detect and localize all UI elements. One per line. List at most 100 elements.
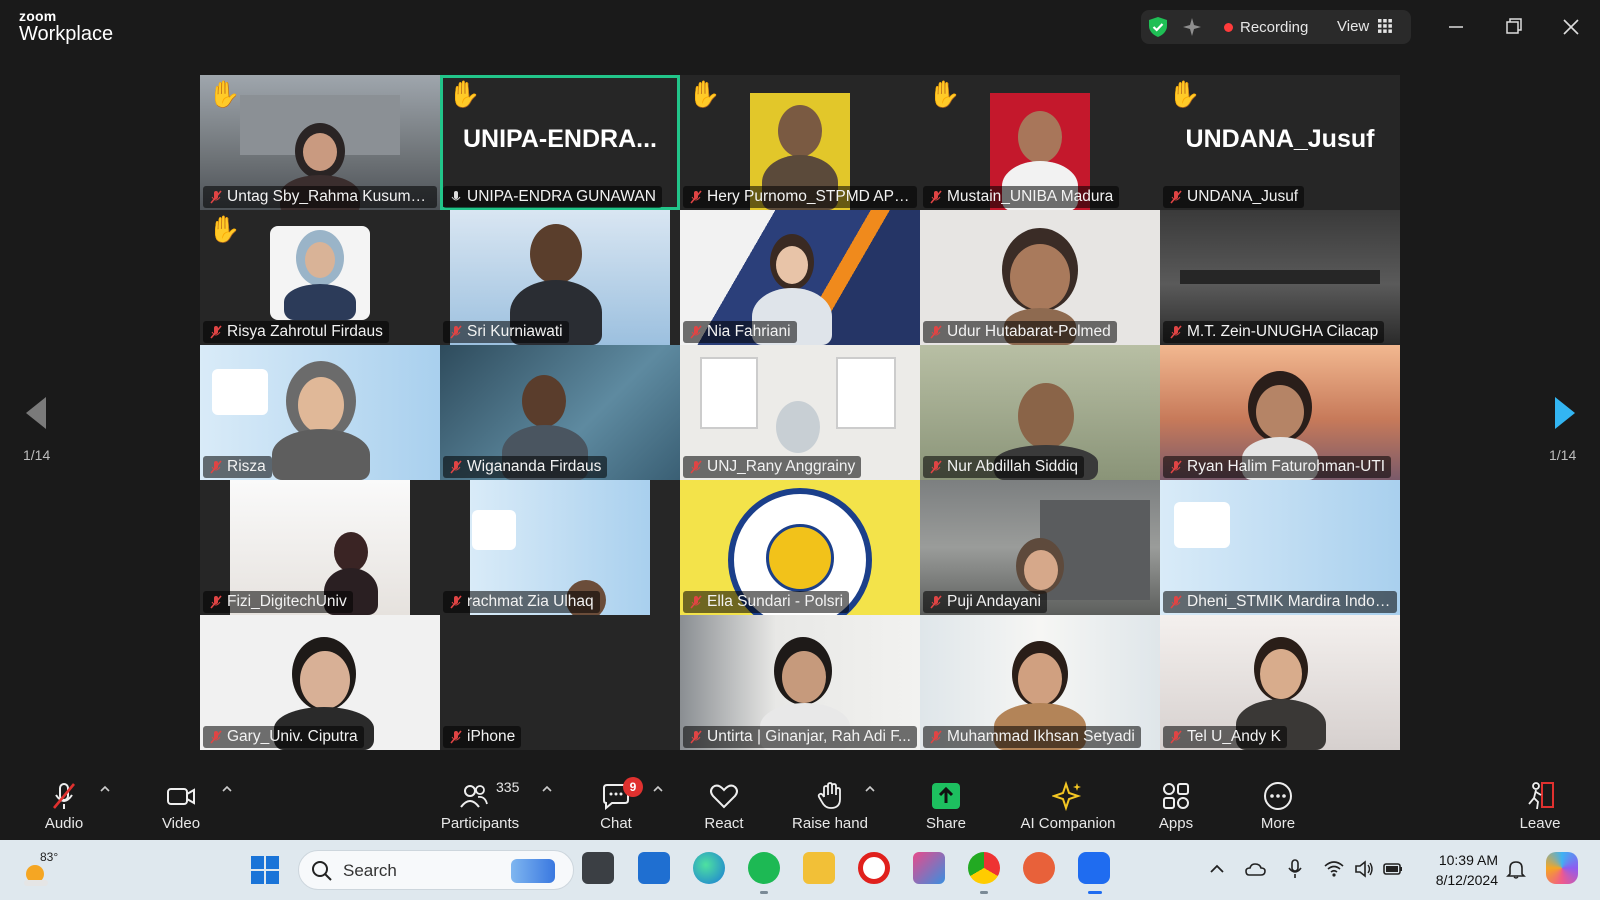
participant-display-name: UNIPA-ENDRA... (463, 125, 657, 153)
wifi-icon[interactable] (1323, 858, 1345, 880)
react-button[interactable]: React (688, 768, 760, 840)
video-tile[interactable]: Wigananda Firdaus (440, 345, 680, 480)
muted-mic-icon (210, 325, 222, 339)
weather-widget[interactable]: 83° (22, 850, 82, 890)
participant-name: Hery Purnomo_STPMD APMD (683, 186, 917, 208)
participants-options-chevron-icon[interactable] (541, 783, 553, 795)
maps-app-icon[interactable] (1023, 852, 1055, 884)
next-page-arrow-icon[interactable] (1553, 395, 1577, 431)
participants-button[interactable]: 335 Participants (430, 768, 530, 840)
raise-hand-label: Raise hand (792, 815, 868, 832)
video-tile[interactable]: ✋ Risya Zahrotul Firdaus (200, 210, 440, 345)
video-tile[interactable]: UNDANA_Jusuf ✋ UNDANA_Jusuf (1160, 75, 1400, 210)
meeting-toolbar: Audio Video 335 Participants Chat React … (0, 768, 1600, 840)
muted-mic-icon (450, 460, 462, 474)
video-tile[interactable]: Nia Fahriani (680, 210, 920, 345)
show-hidden-icons-chevron-icon[interactable] (1206, 858, 1228, 880)
share-label: Share (925, 815, 967, 832)
opera-browser-icon[interactable] (858, 852, 890, 884)
video-tile[interactable]: Fizi_DigitechUniv (200, 480, 440, 615)
spotify-icon[interactable] (748, 852, 780, 884)
video-tile[interactable]: rachmat Zia Ulhaq (440, 480, 680, 615)
video-tile[interactable]: iPhone (440, 615, 680, 750)
notification-bell-icon[interactable] (1505, 858, 1527, 880)
taskbar-search-box[interactable]: Search (298, 850, 574, 890)
muted-mic-icon (1170, 730, 1182, 744)
chat-options-chevron-icon[interactable] (652, 783, 664, 795)
task-view-icon[interactable] (582, 852, 614, 884)
video-tile[interactable]: Risza (200, 345, 440, 480)
muted-mic-icon (210, 595, 222, 609)
muted-mic-icon (450, 730, 462, 744)
participant-name: Untag Sby_Rahma Kusuman... (203, 186, 437, 208)
windows-start-icon[interactable] (250, 855, 280, 885)
muted-mic-icon (210, 190, 222, 204)
reactions-options-chevron-icon[interactable] (864, 783, 876, 795)
video-tile[interactable]: ✋ Untag Sby_Rahma Kusuman... (200, 75, 440, 210)
participant-name: Tel U_Andy K (1163, 726, 1287, 748)
taskbar-clock[interactable]: 10:39 AM 8/12/2024 (1398, 850, 1498, 890)
close-icon[interactable] (1558, 14, 1584, 40)
brand-small: zoom (19, 8, 57, 24)
chat-button[interactable]: Chat (580, 768, 652, 840)
video-gallery: ✋ Untag Sby_Rahma Kusuman... UNIPA-ENDRA… (200, 75, 1400, 751)
snipping-tool-icon[interactable] (913, 852, 945, 884)
video-options-chevron-icon[interactable] (221, 783, 233, 795)
mic-icon (451, 191, 461, 201)
video-tile[interactable]: Untirta | Ginanjar, Rah Adi F... (680, 615, 920, 750)
volume-icon[interactable] (1353, 858, 1375, 880)
copilot-icon[interactable] (1546, 852, 1578, 884)
video-tile[interactable]: Ella Sundari - Polsri (680, 480, 920, 615)
edge-browser-icon[interactable] (693, 852, 725, 884)
leave-button[interactable]: Leave (1504, 768, 1576, 840)
mail-icon[interactable] (638, 852, 670, 884)
video-tile[interactable]: M.T. Zein-UNUGHA Cilacap (1160, 210, 1400, 345)
encryption-shield-icon[interactable] (1147, 16, 1169, 38)
file-explorer-icon[interactable] (803, 852, 835, 884)
video-tile[interactable]: Tel U_Andy K (1160, 615, 1400, 750)
video-tile[interactable]: Puji Andayani (920, 480, 1160, 615)
participant-name: Risza (203, 456, 272, 478)
video-tile[interactable]: Nur Abdillah Siddiq (920, 345, 1160, 480)
minimize-icon[interactable] (1443, 14, 1469, 40)
participant-name: Muhammad Ikhsan Setyadi (923, 726, 1141, 748)
share-button[interactable]: Share (910, 768, 982, 840)
view-button[interactable]: View (1337, 18, 1369, 35)
grid-view-icon[interactable] (1378, 19, 1392, 33)
previous-page-arrow-icon[interactable] (24, 395, 48, 431)
video-tile[interactable]: UNJ_Rany Anggrainy (680, 345, 920, 480)
video-tile[interactable]: ✋ Mustain_UNIBA Madura (920, 75, 1160, 210)
video-tile[interactable]: Dheni_STMIK Mardira Indon... (1160, 480, 1400, 615)
muted-mic-icon (690, 730, 702, 744)
muted-mic-icon (1170, 190, 1182, 204)
apps-label: Apps (1158, 815, 1194, 832)
muted-mic-icon (690, 325, 702, 339)
leave-label: Leave (1519, 815, 1561, 832)
video-tile[interactable]: ✋ Hery Purnomo_STPMD APMD (680, 75, 920, 210)
chrome-browser-icon[interactable] (968, 852, 1000, 884)
raised-hand-icon: ✋ (928, 79, 961, 109)
participant-name: Udur Hutabarat-Polmed (923, 321, 1117, 343)
title-bar: zoom Workplace Recording View (0, 0, 1600, 54)
video-tile[interactable]: Udur Hutabarat-Polmed (920, 210, 1160, 345)
more-button[interactable]: More (1242, 768, 1314, 840)
audio-button[interactable]: Audio (28, 768, 100, 840)
video-tile-active-speaker[interactable]: UNIPA-ENDRA... ✋ UNIPA-ENDRA GUNAWAN (440, 75, 680, 210)
microphone-tray-icon[interactable] (1284, 858, 1306, 880)
raise-hand-button[interactable]: Raise hand (780, 768, 880, 840)
ai-sparkle-icon[interactable] (1181, 16, 1203, 38)
onedrive-cloud-icon[interactable] (1244, 858, 1266, 880)
video-tile[interactable]: Gary_Univ. Ciputra (200, 615, 440, 750)
ai-companion-button[interactable]: AI Companion (1008, 768, 1128, 840)
zoom-app-icon[interactable] (1078, 852, 1110, 884)
apps-button[interactable]: Apps (1140, 768, 1212, 840)
video-tile[interactable]: Ryan Halim Faturohman-UTI (1160, 345, 1400, 480)
video-button[interactable]: Video (145, 768, 217, 840)
muted-mic-icon (450, 325, 462, 339)
video-tile[interactable]: Sri Kurniawati (440, 210, 680, 345)
video-tile[interactable]: Muhammad Ikhsan Setyadi (920, 615, 1160, 750)
recording-label[interactable]: Recording (1240, 19, 1308, 36)
restore-icon[interactable] (1501, 14, 1527, 40)
audio-options-chevron-icon[interactable] (99, 783, 111, 795)
react-label: React (704, 815, 744, 832)
